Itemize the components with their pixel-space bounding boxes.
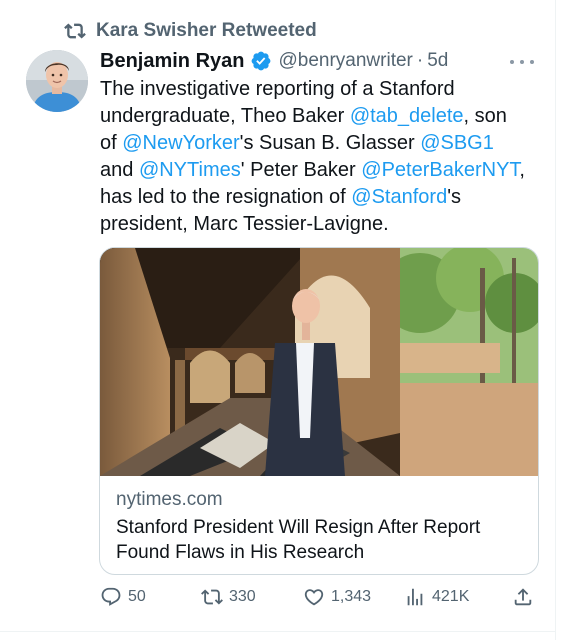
retweet-label: Kara Swisher Retweeted <box>96 20 317 41</box>
share-icon <box>514 588 532 606</box>
tweet-line: president, Marc Tessier-Lavigne. <box>100 211 540 238</box>
tweet-text-segment: has led to the resignation of <box>100 186 352 208</box>
share-button[interactable] <box>512 585 534 609</box>
like-button[interactable]: 1,343 <box>303 585 371 609</box>
tweet-header: Benjamin Ryan @benryanwriter · 5d <box>100 48 448 74</box>
card-image <box>100 248 538 476</box>
tweet-line: has led to the resignation of @Stanford'… <box>100 184 540 211</box>
tweet-text: The investigative reporting of a Stanfor… <box>100 76 540 238</box>
mention-link[interactable]: @SBG1 <box>420 132 494 154</box>
avatar[interactable] <box>26 50 88 112</box>
like-count: 1,343 <box>331 588 372 605</box>
tweet-line: The investigative reporting of a Stanfor… <box>100 76 540 103</box>
reply-count: 50 <box>128 588 146 605</box>
retweet-icon <box>64 20 86 42</box>
card-title[interactable]: Stanford President Will Resign After Rep… <box>116 515 526 565</box>
mention-link[interactable]: @NewYorker <box>122 132 239 154</box>
tweet-line: and @NYTimes' Peter Baker @PeterBakerNYT… <box>100 157 540 184</box>
views-button[interactable]: 421K <box>404 585 469 609</box>
author-handle[interactable]: @benryanwriter <box>278 50 412 72</box>
tweet-line: undergraduate, Theo Baker @tab_delete, s… <box>100 103 540 130</box>
heart-icon <box>304 589 324 606</box>
tweet-text-segment: , <box>519 159 525 181</box>
reply-button[interactable]: 50 <box>100 585 146 609</box>
right-divider <box>555 0 556 640</box>
display-name[interactable]: Benjamin Ryan <box>100 50 244 73</box>
bottom-divider <box>0 631 556 632</box>
tweet-text-segment: of <box>100 132 123 154</box>
mention-link[interactable]: @NYTimes <box>139 159 241 181</box>
action-bar: 50 330 1,343 421K <box>100 585 540 609</box>
retweet-action-icon <box>201 589 223 605</box>
tweet-text-segment: undergraduate, Theo Baker <box>100 105 350 127</box>
verified-badge-icon <box>250 50 272 72</box>
retweet-header[interactable]: Kara Swisher Retweeted <box>64 18 317 44</box>
mention-link[interactable]: @PeterBakerNYT <box>361 159 519 181</box>
tweet-text-segment: The investigative reporting of a Stanfor… <box>100 78 455 100</box>
tweet-text-segment: , son <box>463 105 507 127</box>
mention-link[interactable]: @Stanford <box>351 186 447 208</box>
retweet-count: 330 <box>229 588 256 605</box>
card-domain[interactable]: nytimes.com <box>116 489 223 511</box>
link-card[interactable]: nytimes.com Stanford President Will Resi… <box>99 247 539 575</box>
views-count: 421K <box>432 588 470 605</box>
more-options-icon[interactable] <box>510 54 534 70</box>
tweet-text-segment: 's <box>447 186 462 208</box>
reply-icon <box>101 587 121 606</box>
views-chart-icon <box>407 588 423 606</box>
mention-link[interactable]: @tab_delete <box>350 105 464 127</box>
tweet-line: of @NewYorker's Susan B. Glasser @SBG1 <box>100 130 540 157</box>
separator-dot: · <box>416 50 424 71</box>
tweet-text-segment: president, Marc Tessier-Lavigne. <box>100 213 389 235</box>
tweet-text-segment: 's Susan B. Glasser <box>239 132 421 154</box>
timestamp[interactable]: 5d <box>427 50 448 72</box>
tweet-text-segment: ' Peter Baker <box>240 159 362 181</box>
tweet-text-segment: and <box>100 159 139 181</box>
retweet-button[interactable]: 330 <box>201 585 256 609</box>
